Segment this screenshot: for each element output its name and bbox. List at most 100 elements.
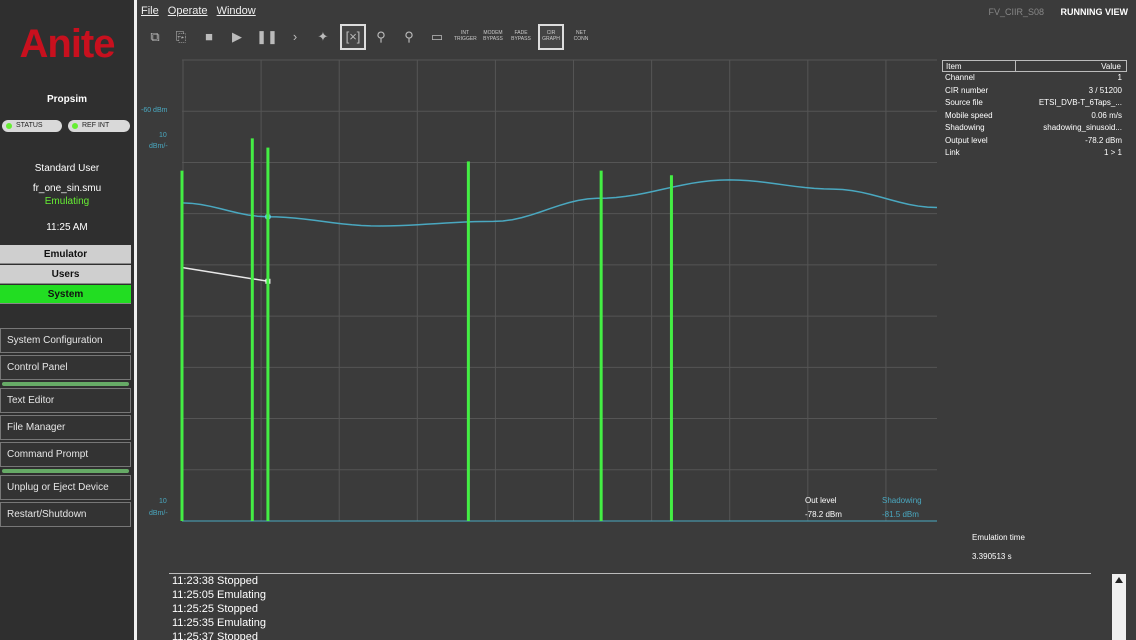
event-log[interactable]: 11:23:38 Stopped 11:25:05 Emulating 11:25:… (169, 573, 1091, 640)
info-rows: Channel 1 CIR number 3 / 51200 Source file ET… (942, 72, 1127, 160)
menu-window[interactable]: Window (217, 5, 256, 17)
pause-icon[interactable]: ❚❚ (256, 26, 278, 48)
info-key: Link (945, 148, 960, 157)
y-label-mid-1: 10 (159, 132, 167, 139)
info-row: Output level -78.2 dBm (942, 135, 1127, 148)
info-key: Mobile speed (945, 110, 993, 120)
frame-icon[interactable]: ▭ (426, 26, 448, 48)
cir-graph-button[interactable]: CIR GRAPH (538, 24, 564, 50)
clock: 11:25 AM (46, 222, 88, 233)
info-value: ETSI_DVB-T_6Taps_... (1038, 98, 1122, 107)
status-indicator[interactable]: STATUS (2, 120, 62, 132)
control-panel-button[interactable]: Control Panel (0, 355, 131, 380)
cir-bar (266, 147, 270, 521)
text-editor-button[interactable]: Text Editor (0, 388, 131, 413)
info-value: -78.2 dBm (1085, 135, 1122, 145)
status-led-icon (6, 123, 12, 129)
log-scrollbar[interactable] (1112, 574, 1126, 640)
info-key: CIR number (945, 85, 989, 95)
info-value: 1 (1117, 73, 1122, 82)
fit-view-icon[interactable]: [×] (340, 24, 366, 50)
cir-bar (599, 170, 603, 521)
step-icon[interactable]: › (284, 26, 306, 48)
info-key: Shadowing (945, 123, 985, 132)
sidebar: Anite Propsim STATUS REF INT Standard Us… (0, 0, 134, 640)
info-row: Channel 1 (942, 72, 1127, 85)
fade-bypass-button[interactable]: FADE BYPASS (510, 26, 532, 48)
col-item-header: Item (946, 62, 962, 71)
log-line: 11:25:35 Emulating (172, 617, 266, 629)
restart-shutdown-button[interactable]: Restart/Shutdown (0, 502, 131, 527)
y-label-top: -60 dBm (141, 107, 168, 114)
y-label-bot-1: 10 (159, 498, 167, 505)
log-line: 11:25:25 Stopped (172, 603, 259, 615)
session-file: fr_one_sin.smu (32, 183, 102, 194)
nav-emulator[interactable]: Emulator (0, 245, 131, 264)
refint-label: REF INT (82, 122, 110, 129)
plot-svg: 03.006.009.0012.0015.0018.0021.0024.0027… (141, 59, 938, 522)
unplug-device-button[interactable]: Unplug or Eject Device (0, 475, 131, 500)
main-panel: File Operate Window FV_CIIR_S08 RUNNING … (134, 0, 1136, 640)
info-value: shadowing_sinusoid... (1043, 123, 1122, 132)
refint-indicator[interactable]: REF INT (68, 120, 130, 132)
zoom-in-icon[interactable]: ⚲ (370, 26, 392, 48)
header-right: FV_CIIR_S08 RUNNING VIEW (988, 7, 1128, 17)
net-conn-button[interactable]: NET CONN (570, 26, 592, 48)
menu-file[interactable]: File (141, 5, 159, 17)
system-configuration-button[interactable]: System Configuration (0, 328, 131, 353)
menu-operate[interactable]: Operate (168, 5, 208, 17)
col-value-header: Value (1101, 62, 1121, 71)
load-icon[interactable]: ⎘ (170, 26, 192, 48)
user-label: Standard User (34, 163, 100, 174)
zoom-out-icon[interactable]: ⚲ (398, 26, 420, 48)
info-value: 0.06 m/s (1091, 110, 1122, 120)
refint-led-icon (72, 123, 78, 129)
info-table: Item Value Channel 1 CIR number 3 / 51200 So… (942, 60, 1127, 160)
product-name: Propsim (46, 94, 87, 105)
shadowing-value: -81.5 dBm (882, 510, 919, 519)
info-row: CIR number 3 / 51200 (942, 85, 1127, 98)
info-row: Mobile speed 0.06 m/s (942, 110, 1127, 123)
shadowing-label: Shadowing (882, 496, 922, 505)
cir-bars (180, 138, 673, 522)
file-manager-button[interactable]: File Manager (0, 415, 131, 440)
info-value: 1 > 1 (1103, 148, 1122, 157)
command-prompt-button[interactable]: Command Prompt (0, 442, 131, 467)
view-name: RUNNING VIEW (1060, 7, 1129, 17)
cir-bar (669, 175, 673, 521)
app-window: Anite Propsim STATUS REF INT Standard Us… (0, 0, 1136, 640)
menu-bar: File Operate Window (141, 5, 262, 17)
out-level-label: Out level (805, 496, 837, 505)
plot-grid (182, 59, 937, 522)
y-label-mid-2: dBm/- (149, 143, 168, 150)
log-line: 11:23:38 Stopped (172, 575, 259, 587)
modem-bypass-button[interactable]: MODEM BYPASS (482, 26, 504, 48)
info-row: Shadowing shadowing_sinusoid... (942, 122, 1127, 135)
trigger-button[interactable]: INT TRIGGER (454, 26, 477, 48)
log-line: 11:25:37 Stopped (172, 631, 259, 640)
out-level-value: -78.2 dBm (805, 510, 842, 519)
info-row: Link 1 > 1 (942, 147, 1127, 160)
session-status: Emulating (44, 196, 90, 207)
out-level-curve (181, 266, 269, 283)
y-label-bot-2: dBm/- (149, 510, 168, 517)
info-row: Source file ETSI_DVB-T_6Taps_... (942, 97, 1127, 110)
play-icon[interactable]: ▶ (226, 26, 248, 48)
cir-bar (466, 161, 470, 522)
cir-bar (180, 170, 184, 521)
column-divider[interactable] (1015, 61, 1016, 71)
pin-icon[interactable]: ✦ (312, 26, 334, 48)
scroll-up-icon[interactable] (1115, 577, 1123, 583)
toolbar: ⧉ ⎘ ■ ▶ ❚❚ › ✦ [×] ⚲ ⚲ ▭ INT TRIGGER MOD… (142, 24, 602, 52)
open-icon[interactable]: ⧉ (144, 26, 166, 48)
cir-bar (250, 138, 254, 521)
info-key: Channel (945, 73, 975, 82)
nav-system[interactable]: System (0, 285, 131, 304)
shadowing-curve (181, 179, 938, 227)
emulation-time-label: Emulation time (972, 533, 1025, 542)
cir-plot[interactable]: 03.006.009.0012.0015.0018.0021.0024.0027… (137, 55, 942, 525)
stop-icon[interactable]: ■ (198, 26, 220, 48)
emulation-time-value: 3.390513 s (972, 552, 1012, 561)
nav-users[interactable]: Users (0, 265, 131, 284)
log-line: 11:25:05 Emulating (172, 589, 266, 601)
